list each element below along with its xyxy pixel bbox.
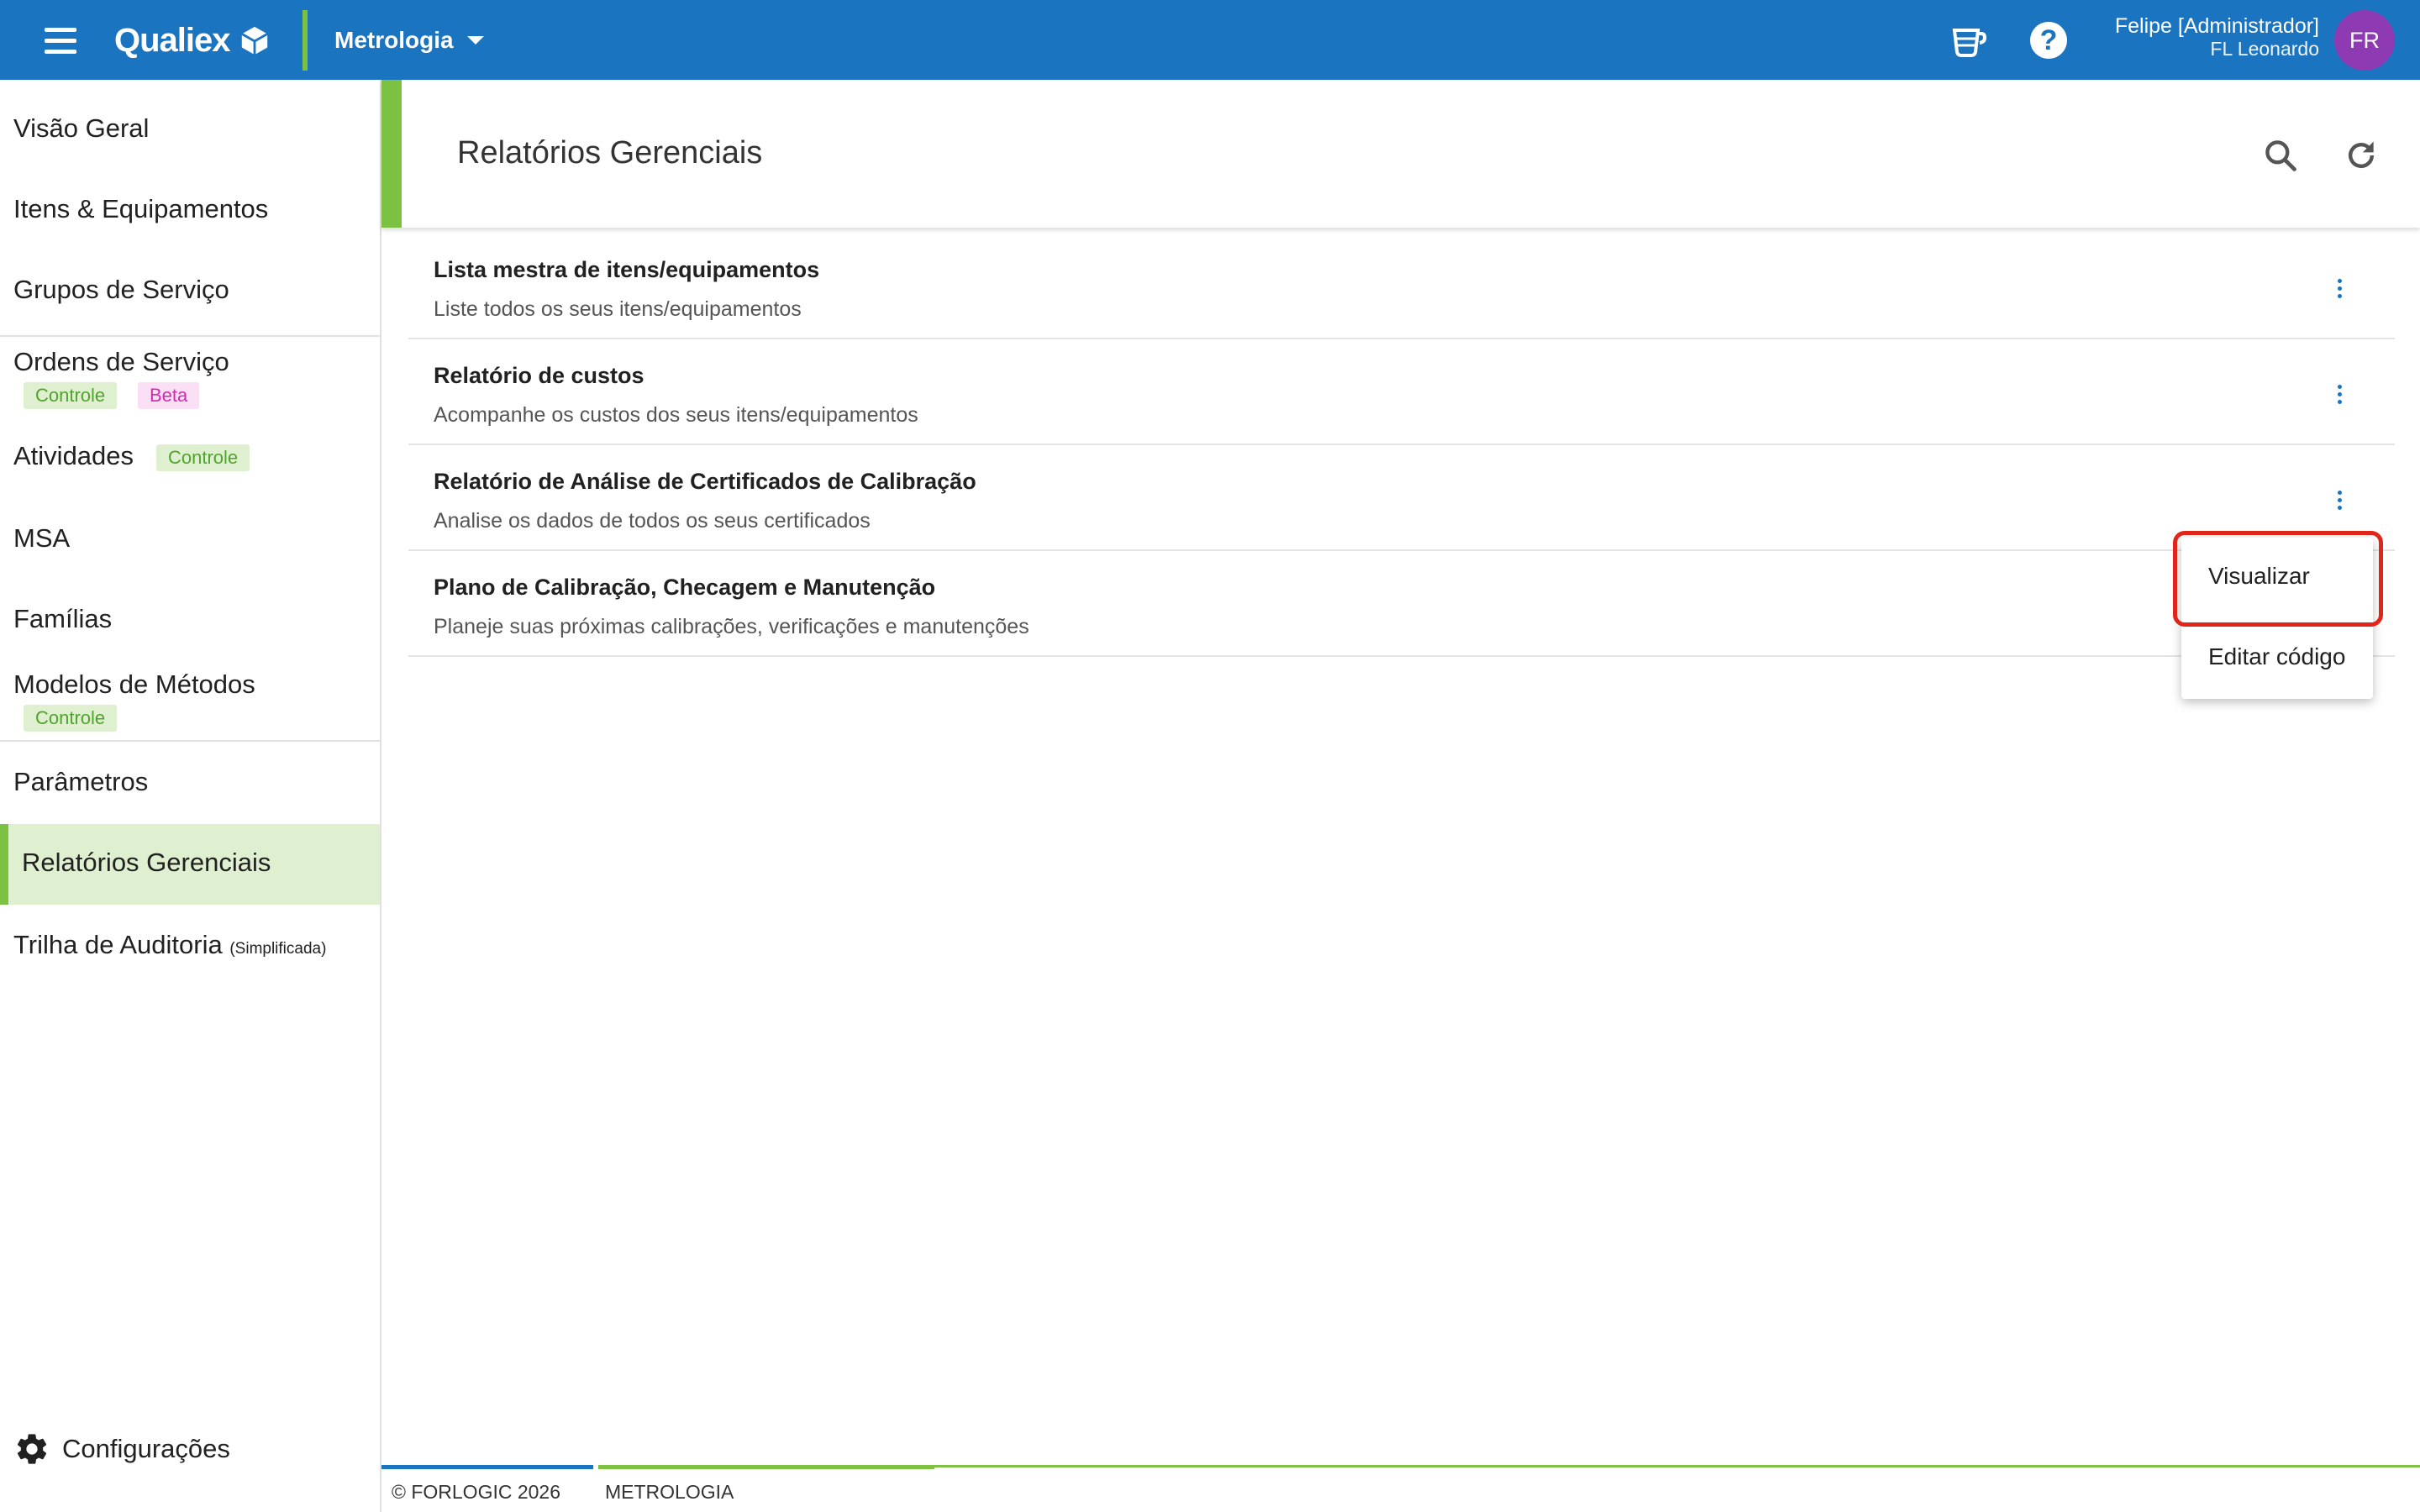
sidebar-item-label: Relatórios Gerenciais bbox=[22, 848, 271, 877]
coffee-cup-icon[interactable] bbox=[1948, 20, 1988, 60]
badge-controle: Controle bbox=[24, 382, 118, 410]
footer-copyright: © FORLOGIC 2026 bbox=[392, 1481, 561, 1503]
user-info[interactable]: Felipe [Administrador] FL Leonardo bbox=[2114, 14, 2319, 60]
report-title: Plano de Calibração, Checagem e Manutenç… bbox=[434, 575, 936, 600]
badge-beta: Beta bbox=[138, 382, 200, 410]
report-row-plano-calibracao[interactable]: Plano de Calibração, Checagem e Manutenç… bbox=[408, 551, 2395, 657]
settings-label: Configurações bbox=[62, 1434, 230, 1463]
context-menu: Visualizar Editar código bbox=[2181, 538, 2373, 699]
sidebar-item-label: Itens & Equipamentos bbox=[13, 194, 269, 223]
help-icon-symbol: ? bbox=[2039, 24, 2058, 56]
menu-item-editar-codigo[interactable]: Editar código bbox=[2181, 618, 2373, 699]
report-description: Acompanhe os custos dos seus itens/equip… bbox=[434, 403, 918, 427]
badge-controle: Controle bbox=[156, 444, 250, 472]
module-name: Metrologia bbox=[334, 27, 454, 53]
sidebar-item-label: Ordens de Serviço bbox=[13, 347, 229, 376]
page-title: Relatórios Gerenciais bbox=[457, 135, 763, 171]
menu-item-label: Visualizar bbox=[2208, 563, 2310, 589]
report-title: Lista mestra de itens/equipamentos bbox=[434, 257, 820, 282]
report-title: Relatório de custos bbox=[434, 363, 644, 388]
sidebar-item-msa[interactable]: MSA bbox=[0, 523, 380, 560]
more-options-icon[interactable] bbox=[2323, 267, 2356, 309]
user-company: FL Leonardo bbox=[2210, 37, 2319, 60]
report-description: Liste todos os seus itens/equipamentos bbox=[434, 297, 802, 321]
sidebar-item-label: Trilha de Auditoria (Simplificada) bbox=[13, 930, 326, 960]
menu-item-visualizar[interactable]: Visualizar bbox=[2181, 538, 2373, 618]
refresh-icon[interactable] bbox=[2343, 137, 2380, 174]
sidebar-item-label-text: Trilha de Auditoria bbox=[13, 930, 223, 959]
sidebar-item-visao-geral[interactable]: Visão Geral bbox=[0, 113, 380, 150]
sidebar-divider bbox=[0, 740, 380, 742]
menu-icon[interactable] bbox=[37, 20, 84, 60]
report-row-custos[interactable]: Relatório de custos Acompanhe os custos … bbox=[408, 339, 2395, 445]
brand-cube-icon bbox=[240, 26, 268, 55]
module-selector[interactable]: Metrologia bbox=[334, 18, 484, 62]
gear-icon bbox=[17, 1434, 47, 1464]
sidebar: Visão Geral Itens & Equipamentos Grupos … bbox=[0, 80, 381, 1512]
avatar[interactable]: FR bbox=[2334, 10, 2395, 71]
topbar-divider bbox=[302, 10, 308, 71]
more-options-icon[interactable] bbox=[2323, 479, 2356, 521]
sidebar-item-relatorios-gerenciais[interactable]: Relatórios Gerenciais bbox=[0, 824, 380, 905]
sidebar-item-atividades[interactable]: Atividades Controle bbox=[0, 441, 380, 478]
sidebar-item-grupos-servico[interactable]: Grupos de Serviço bbox=[0, 275, 380, 312]
top-bar: Qualiex Metrologia ? Felipe [Administrad… bbox=[0, 0, 2420, 80]
sidebar-item-familias[interactable]: Famílias bbox=[0, 604, 380, 641]
sidebar-divider bbox=[0, 335, 380, 337]
footer-accent-blue bbox=[381, 1465, 593, 1469]
sidebar-item-label: Famílias bbox=[13, 604, 113, 633]
report-row-certificados[interactable]: Relatório de Análise de Certificados de … bbox=[408, 445, 2395, 551]
sidebar-item-label: Modelos de Métodos bbox=[13, 669, 255, 699]
badge-controle: Controle bbox=[24, 705, 118, 732]
brand-logo[interactable]: Qualiex bbox=[114, 15, 271, 66]
sidebar-item-ordens-servico[interactable]: Ordens de Serviço Controle Beta bbox=[0, 347, 380, 414]
caret-down-icon bbox=[466, 36, 484, 45]
sidebar-item-modelos-metodos[interactable]: Modelos de Métodos Controle bbox=[0, 669, 380, 737]
sidebar-item-label: Grupos de Serviço bbox=[13, 275, 229, 304]
report-row-lista-mestra[interactable]: Lista mestra de itens/equipamentos Liste… bbox=[408, 234, 2395, 339]
sidebar-item-label: Atividades bbox=[13, 441, 134, 470]
menu-item-label: Editar código bbox=[2208, 643, 2346, 669]
brand-name: Qualiex bbox=[114, 21, 231, 59]
more-options-icon[interactable] bbox=[2323, 373, 2356, 415]
sidebar-item-trilha-auditoria[interactable]: Trilha de Auditoria (Simplificada) bbox=[0, 930, 380, 967]
report-description: Planeje suas próximas calibrações, verif… bbox=[434, 615, 1029, 638]
footer-module: METROLOGIA bbox=[605, 1481, 734, 1503]
settings-link[interactable]: Configurações bbox=[13, 1431, 230, 1467]
sidebar-item-label: Parâmetros bbox=[13, 767, 149, 796]
footer-accent-green bbox=[598, 1465, 934, 1469]
user-name: Felipe [Administrador] bbox=[2114, 14, 2319, 38]
report-description: Analise os dados de todos os seus certif… bbox=[434, 509, 871, 533]
help-icon[interactable]: ? bbox=[2030, 22, 2067, 59]
sidebar-item-note: (Simplificada) bbox=[229, 940, 327, 958]
report-title: Relatório de Análise de Certificados de … bbox=[434, 469, 976, 494]
sidebar-item-label: MSA bbox=[13, 523, 71, 553]
footer: © FORLOGIC 2026 METROLOGIA bbox=[381, 1465, 2420, 1512]
sidebar-item-label: Visão Geral bbox=[13, 113, 150, 143]
sidebar-item-parametros[interactable]: Parâmetros bbox=[0, 767, 380, 804]
page-header: Relatórios Gerenciais bbox=[381, 80, 2420, 228]
search-icon[interactable] bbox=[2262, 137, 2299, 174]
sidebar-item-itens-equipamentos[interactable]: Itens & Equipamentos bbox=[0, 194, 380, 231]
